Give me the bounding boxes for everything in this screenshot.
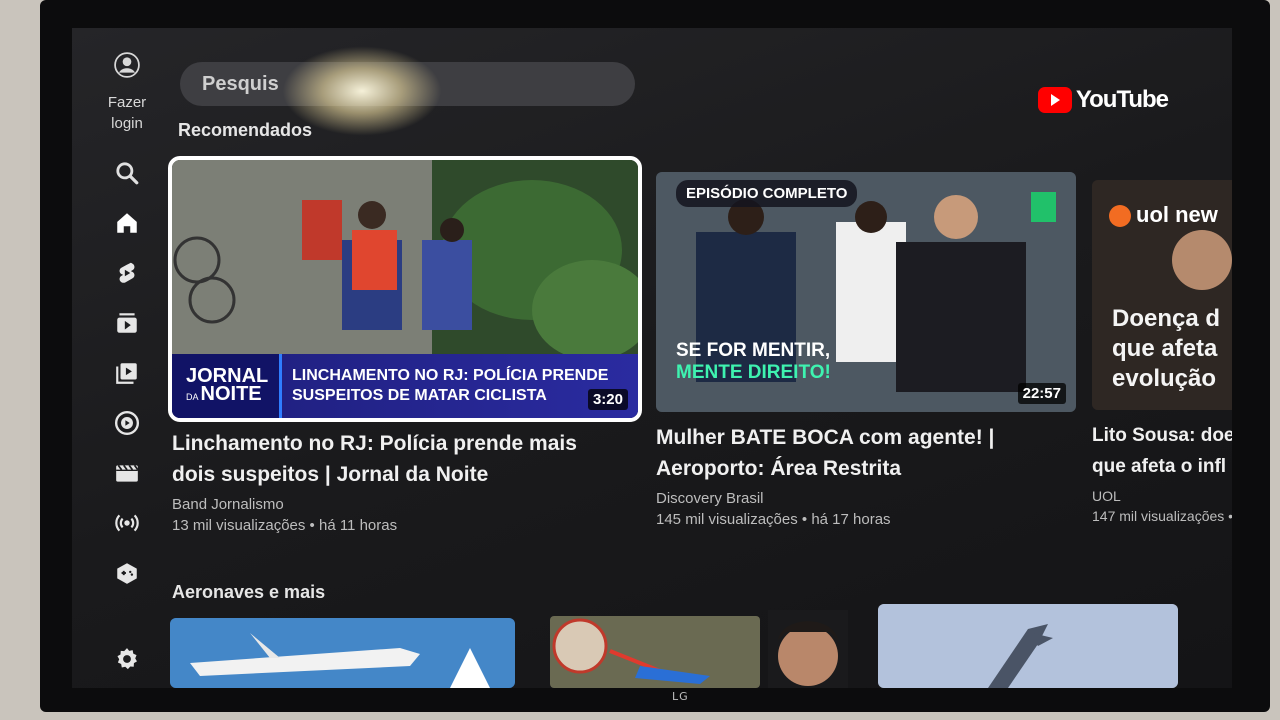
video-card[interactable]: uol new Doença d que afeta evolução Lito… — [1092, 180, 1232, 524]
settings-icon[interactable] — [92, 646, 162, 672]
video-duration: 22:57 — [1017, 383, 1066, 404]
sidebar-nav: Fazer login — [92, 48, 162, 670]
video-channel: Band Jornalismo — [172, 496, 284, 513]
section-title-recommended: Recomendados — [178, 120, 313, 140]
video-thumbnail[interactable] — [170, 618, 515, 688]
search-icon[interactable] — [92, 160, 162, 186]
music-icon[interactable] — [92, 410, 162, 436]
search-placeholder: Pesquis — [202, 72, 279, 95]
episode-badge: EPISÓDIO COMPLETO — [676, 180, 858, 207]
video-title-line1: Lito Sousa: doe — [1092, 425, 1232, 446]
video-card[interactable]: EPISÓDIO COMPLETO SE FOR MENTIR, MENTE D… — [656, 172, 1076, 528]
login-label-line1: Fazer — [107, 94, 147, 111]
video-title-line2: dois suspeitos | Jornal da Noite — [172, 463, 489, 486]
video-thumbnail[interactable]: JORNAL DA NOITE LINCHAMENTO NO RJ: POLÍC… — [168, 156, 642, 422]
video-thumbnail[interactable] — [878, 604, 1178, 688]
video-title[interactable]: Mulher BATE BOCA com agente! | Aeroporto… — [656, 422, 1076, 484]
news-logo: JORNAL DA NOITE — [172, 354, 282, 418]
thumbnail-overlay-line2: MENTE DIREITO! — [676, 362, 831, 383]
video-channel: Discovery Brasil — [656, 490, 764, 507]
thumbnail-overlay-line1: Doença d — [1112, 305, 1221, 332]
news-logo-da: DA — [186, 391, 199, 402]
youtube-logo-text: YouTube — [1075, 86, 1169, 113]
subscriptions-icon[interactable] — [92, 310, 162, 336]
video-meta: 145 mil visualizações • há 17 horas — [656, 511, 891, 528]
youtube-play-icon — [1037, 87, 1072, 113]
video-thumbnail[interactable]: uol new Doença d que afeta evolução — [1092, 180, 1232, 410]
search-input[interactable]: Pesquis — [180, 62, 635, 106]
library-icon[interactable] — [92, 360, 162, 386]
home-icon[interactable] — [92, 210, 162, 236]
news-banner-line2: SUSPEITOS DE MATAR CICLISTA — [292, 387, 547, 404]
video-title[interactable]: Linchamento no RJ: Polícia prende mais d… — [172, 428, 638, 490]
shorts-icon[interactable] — [92, 260, 162, 286]
news-logo-top: JORNAL — [186, 364, 269, 387]
youtube-logo: YouTube — [1037, 86, 1169, 114]
thumbnail-overlay-line1: SE FOR MENTIR, — [676, 340, 831, 361]
thumbnail-overlay-line2: que afeta — [1112, 335, 1218, 362]
news-banner: JORNAL DA NOITE LINCHAMENTO NO RJ: POLÍC… — [172, 354, 638, 418]
account-icon[interactable] — [92, 52, 162, 78]
video-thumbnail[interactable] — [550, 616, 760, 688]
gaming-icon[interactable] — [92, 560, 162, 586]
tv-brand-logo: LG — [672, 690, 689, 703]
news-logo-bottom: NOITE — [200, 382, 262, 405]
tv-screen: Fazer login Pesquis YouTube Recomendados… — [72, 28, 1232, 688]
video-meta: 147 mil visualizações • — [1092, 508, 1232, 524]
thumbnail-overlay-line3: evolução — [1112, 365, 1217, 392]
movies-icon[interactable] — [92, 460, 162, 486]
section-title-aircraft: Aeronaves e mais — [172, 582, 326, 602]
video-card[interactable]: JORNAL DA NOITE LINCHAMENTO NO RJ: POLÍC… — [168, 156, 642, 534]
video-title-line1: Linchamento no RJ: Polícia prende mais — [172, 432, 577, 455]
video-thumbnail[interactable]: EPISÓDIO COMPLETO SE FOR MENTIR, MENTE D… — [656, 172, 1076, 412]
video-title-line1: Mulher BATE BOCA com agente! | — [656, 426, 995, 449]
login-button[interactable]: Fazer login — [92, 92, 162, 134]
login-label-line2: login — [111, 115, 143, 132]
video-title[interactable]: Lito Sousa: doe que afeta o infl — [1092, 420, 1232, 482]
video-thumbnail[interactable] — [768, 610, 848, 688]
video-duration: 3:20 — [587, 389, 628, 410]
live-icon[interactable] — [92, 510, 162, 536]
video-meta: 13 mil visualizações • há 11 horas — [172, 517, 398, 534]
video-title-line2: Aeroporto: Área Restrita — [656, 457, 902, 480]
video-title-line2: que afeta o infl — [1092, 456, 1227, 477]
news-banner-line1: LINCHAMENTO NO RJ: POLÍCIA PRENDE — [292, 367, 609, 384]
uol-logo: uol new — [1136, 202, 1218, 227]
video-channel: UOL — [1092, 488, 1121, 504]
